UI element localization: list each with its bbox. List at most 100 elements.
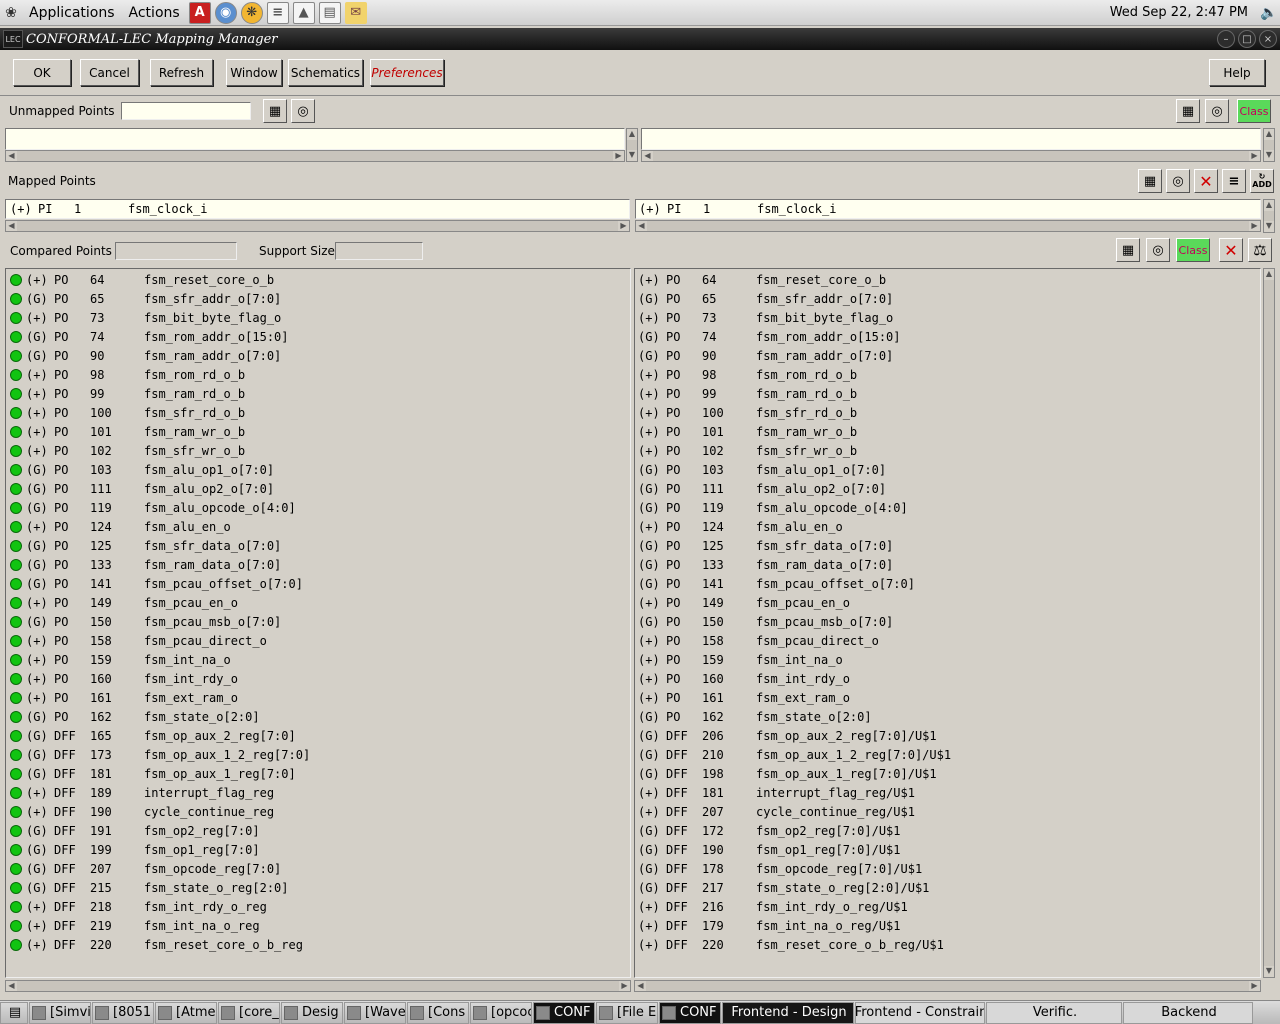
compared-point-row[interactable]: (G) DFF 178 fsm_opcode_reg[7:0]/U$1 bbox=[635, 859, 1260, 878]
workspace-button[interactable]: Frontend - Design bbox=[722, 1001, 854, 1024]
refresh-button[interactable]: Refresh bbox=[150, 59, 213, 86]
compare-scale-icon[interactable]: ⚖ bbox=[1248, 238, 1272, 262]
web-browser-icon[interactable]: ◉ bbox=[214, 1, 237, 24]
compared-point-row[interactable]: (+) PO 158 fsm_pcau_direct_o bbox=[6, 631, 630, 650]
minimize-icon[interactable]: – bbox=[1217, 30, 1235, 48]
compared-point-row[interactable]: (G) DFF 172 fsm_op2_reg[7:0]/U$1 bbox=[635, 821, 1260, 840]
presentation-icon[interactable]: ▲ bbox=[292, 1, 315, 24]
compass-icon[interactable]: ❋ bbox=[240, 1, 263, 24]
compared-point-row[interactable]: (G) PO 125 fsm_sfr_data_o[7:0] bbox=[6, 536, 630, 555]
compared-point-row[interactable]: (+) PO 98 fsm_rom_rd_o_b bbox=[635, 365, 1260, 384]
compared-point-row[interactable]: (G) DFF 207 fsm_opcode_reg[7:0] bbox=[6, 859, 630, 878]
compared-point-row[interactable]: (G) DFF 173 fsm_op_aux_1_2_reg[7:0] bbox=[6, 745, 630, 764]
compared-point-row[interactable]: (G) PO 141 fsm_pcau_offset_o[7:0] bbox=[6, 574, 630, 593]
compared-point-row[interactable]: (G) PO 103 fsm_alu_op1_o[7:0] bbox=[635, 460, 1260, 479]
compared-point-row[interactable]: (+) DFF 219 fsm_int_na_o_reg bbox=[6, 916, 630, 935]
compared-point-row[interactable]: (+) DFF 189 interrupt_flag_reg bbox=[6, 783, 630, 802]
unmapped-revised-vscroll[interactable]: ▲ ▼ bbox=[1263, 128, 1275, 162]
delete-icon[interactable]: ✕ bbox=[1219, 238, 1243, 262]
gnome-foot-icon[interactable]: ❀ bbox=[0, 5, 22, 21]
compared-point-row[interactable]: (+) PO 159 fsm_int_na_o bbox=[6, 650, 630, 669]
compared-point-row[interactable]: (+) DFF 179 fsm_int_na_o_reg/U$1 bbox=[635, 916, 1260, 935]
compared-point-row[interactable]: (G) DFF 206 fsm_op_aux_2_reg[7:0]/U$1 bbox=[635, 726, 1260, 745]
compared-point-row[interactable]: (+) DFF 220 fsm_reset_core_o_b_reg bbox=[6, 935, 630, 954]
compared-point-row[interactable]: (+) PO 64 fsm_reset_core_o_b bbox=[635, 270, 1260, 289]
workspace-button[interactable]: Backend bbox=[1123, 1001, 1253, 1024]
compared-point-row[interactable]: (+) PO 159 fsm_int_na_o bbox=[635, 650, 1260, 669]
compared-point-row[interactable]: (G) DFF 210 fsm_op_aux_1_2_reg[7:0]/U$1 bbox=[635, 745, 1260, 764]
schematics-button[interactable]: Schematics bbox=[288, 59, 363, 86]
taskbar-item[interactable]: [8051 I bbox=[92, 1001, 154, 1024]
show-desktop-icon[interactable]: ▤ bbox=[0, 1001, 28, 1024]
taskbar-item[interactable]: [Atme bbox=[155, 1001, 217, 1024]
binoculars-icon[interactable]: ◎ bbox=[1205, 99, 1229, 123]
compared-point-row[interactable]: (G) PO 162 fsm_state_o[2:0] bbox=[635, 707, 1260, 726]
compared-point-row[interactable]: (G) DFF 181 fsm_op_aux_1_reg[7:0] bbox=[6, 764, 630, 783]
taskbar-item[interactable]: [opcoc bbox=[470, 1001, 532, 1024]
volume-icon[interactable]: 🔈 bbox=[1260, 5, 1280, 21]
mapped-golden-row[interactable]: (+) PI 1 fsm_clock_i bbox=[5, 199, 630, 219]
compared-point-row[interactable]: (G) DFF 165 fsm_op_aux_2_reg[7:0] bbox=[6, 726, 630, 745]
compared-point-row[interactable]: (G) PO 103 fsm_alu_op1_o[7:0] bbox=[6, 460, 630, 479]
mapped-revised-row[interactable]: (+) PI 1 fsm_clock_i bbox=[635, 199, 1261, 219]
compared-point-row[interactable]: (+) PO 160 fsm_int_rdy_o bbox=[635, 669, 1260, 688]
pdf-reader-icon[interactable]: A bbox=[188, 1, 211, 24]
taskbar-item[interactable]: [Cons bbox=[407, 1001, 469, 1024]
compared-point-row[interactable]: (+) PO 100 fsm_sfr_rd_o_b bbox=[6, 403, 630, 422]
schematic-view-icon[interactable]: ▦ bbox=[1116, 238, 1140, 262]
taskbar-item[interactable]: [Simvi bbox=[29, 1001, 91, 1024]
compared-point-row[interactable]: (G) PO 65 fsm_sfr_addr_o[7:0] bbox=[6, 289, 630, 308]
compared-vscroll[interactable]: ▲ ▼ bbox=[1263, 268, 1275, 978]
compared-point-row[interactable]: (G) PO 162 fsm_state_o[2:0] bbox=[6, 707, 630, 726]
list-view-icon[interactable]: ≡ bbox=[1222, 169, 1246, 193]
class-button[interactable]: Class bbox=[1176, 238, 1210, 262]
document-icon[interactable]: ≡ bbox=[266, 1, 289, 24]
compared-point-row[interactable]: (+) DFF 220 fsm_reset_core_o_b_reg/U$1 bbox=[635, 935, 1260, 954]
schematic-view-icon[interactable]: ▦ bbox=[1176, 99, 1200, 123]
unmapped-golden-hscroll[interactable]: ◀ ▶ bbox=[5, 150, 625, 162]
taskbar-item[interactable]: Desig bbox=[281, 1001, 343, 1024]
compared-point-row[interactable]: (+) DFF 216 fsm_int_rdy_o_reg/U$1 bbox=[635, 897, 1260, 916]
compared-point-row[interactable]: (G) PO 133 fsm_ram_data_o[7:0] bbox=[6, 555, 630, 574]
add-mapping-icon[interactable]: ↻ ADD bbox=[1250, 169, 1274, 193]
schematic-view-icon[interactable]: ▦ bbox=[1138, 169, 1162, 193]
compared-point-row[interactable]: (+) PO 73 fsm_bit_byte_flag_o bbox=[635, 308, 1260, 327]
compared-golden-list[interactable]: (+) PO 64 fsm_reset_core_o_b (G) PO 65 fsm_sfr_… bbox=[5, 268, 631, 978]
compared-point-row[interactable]: (G) PO 74 fsm_rom_addr_o[15:0] bbox=[635, 327, 1260, 346]
compared-point-row[interactable]: (+) PO 64 fsm_reset_core_o_b bbox=[6, 270, 630, 289]
compared-point-row[interactable]: (+) PO 101 fsm_ram_wr_o_b bbox=[635, 422, 1260, 441]
workspace-button[interactable]: Verific. bbox=[986, 1001, 1122, 1024]
compared-point-row[interactable]: (+) PO 124 fsm_alu_en_o bbox=[635, 517, 1260, 536]
compared-point-row[interactable]: (+) PO 149 fsm_pcau_en_o bbox=[635, 593, 1260, 612]
compared-point-row[interactable]: (+) DFF 207 cycle_continue_reg/U$1 bbox=[635, 802, 1260, 821]
compared-point-row[interactable]: (+) PO 98 fsm_rom_rd_o_b bbox=[6, 365, 630, 384]
compared-point-row[interactable]: (G) PO 65 fsm_sfr_addr_o[7:0] bbox=[635, 289, 1260, 308]
compared-point-row[interactable]: (G) PO 74 fsm_rom_addr_o[15:0] bbox=[6, 327, 630, 346]
compared-point-row[interactable]: (G) DFF 191 fsm_op2_reg[7:0] bbox=[6, 821, 630, 840]
compared-point-row[interactable]: (+) PO 124 fsm_alu_en_o bbox=[6, 517, 630, 536]
compared-point-row[interactable]: (G) PO 150 fsm_pcau_msb_o[7:0] bbox=[635, 612, 1260, 631]
binoculars-icon[interactable]: ◎ bbox=[1166, 169, 1190, 193]
compared-point-row[interactable]: (+) DFF 181 interrupt_flag_reg/U$1 bbox=[635, 783, 1260, 802]
unmapped-revised-list[interactable] bbox=[641, 128, 1261, 150]
compared-point-row[interactable]: (+) PO 158 fsm_pcau_direct_o bbox=[635, 631, 1260, 650]
compared-point-row[interactable]: (+) PO 100 fsm_sfr_rd_o_b bbox=[635, 403, 1260, 422]
compared-point-row[interactable]: (+) PO 99 fsm_ram_rd_o_b bbox=[6, 384, 630, 403]
compared-revised-hscroll[interactable]: ◀ ▶ bbox=[634, 980, 1261, 992]
window-titlebar[interactable]: LEC CONFORMAL-LEC Mapping Manager – □ × bbox=[0, 28, 1280, 50]
compared-point-row[interactable]: (G) PO 90 fsm_ram_addr_o[7:0] bbox=[635, 346, 1260, 365]
support-size-field[interactable] bbox=[335, 242, 423, 260]
compared-revised-list[interactable]: (+) PO 64 fsm_reset_core_o_b (G) PO 65 fsm_sfr_… bbox=[634, 268, 1261, 978]
compared-point-row[interactable]: (G) PO 111 fsm_alu_op2_o[7:0] bbox=[6, 479, 630, 498]
workspace-button[interactable]: Frontend - Constrain bbox=[855, 1001, 985, 1024]
taskbar-item[interactable]: [File E bbox=[596, 1001, 658, 1024]
compared-point-row[interactable]: (G) PO 133 fsm_ram_data_o[7:0] bbox=[635, 555, 1260, 574]
clipboard-icon[interactable]: ▤ bbox=[318, 1, 341, 24]
ok-button[interactable]: OK bbox=[13, 59, 71, 86]
compared-point-row[interactable]: (+) PO 161 fsm_ext_ram_o bbox=[635, 688, 1260, 707]
compared-point-row[interactable]: (G) DFF 190 fsm_op1_reg[7:0]/U$1 bbox=[635, 840, 1260, 859]
compared-point-row[interactable]: (+) PO 149 fsm_pcau_en_o bbox=[6, 593, 630, 612]
class-button[interactable]: Class bbox=[1237, 99, 1271, 123]
unmapped-golden-vscroll[interactable]: ▲ ▼ bbox=[626, 128, 638, 162]
taskbar-item[interactable]: [core_ bbox=[218, 1001, 280, 1024]
